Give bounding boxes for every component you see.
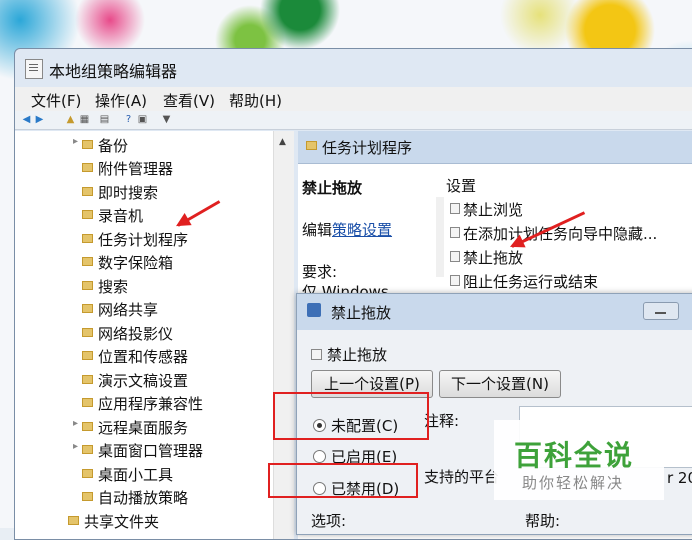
tree-node-app-compat[interactable]: 应用程序兼容性 [82,393,203,415]
tree-node-remote-desktop[interactable]: ▸ 远程桌面服务 [73,417,188,439]
menu-bar: 文件(F) 操作(A) 查看(V) 帮助(H) [15,87,692,111]
watermark-subtitle: 助你轻松解决 [522,474,625,492]
tree-node-autoplay[interactable]: 自动播放策略 [82,487,188,509]
next-setting-button[interactable]: 下一个设置(N) [439,370,561,398]
settings-column-header[interactable]: 设置 [446,175,476,196]
folder-icon [82,445,93,454]
folder-icon [68,516,79,525]
menu-file[interactable]: 文件(F) [31,90,81,111]
supported-platform-label: 支持的平台 [424,468,500,486]
policy-settings-link[interactable]: 策略设置 [332,221,392,239]
tree-node-search[interactable]: 搜索 [82,276,128,298]
setting-icon [311,349,322,360]
selected-setting-title: 禁止拖放 [302,179,363,197]
supported-platform-value: r 20 [667,469,692,487]
tree-node-presentation-settings[interactable]: 演示文稿设置 [82,370,188,392]
folder-icon [82,351,93,360]
folder-icon [82,257,93,266]
tree-node-location-sensors[interactable]: 位置和传感器 [82,346,188,368]
watermark-title: 百科全说 [514,439,635,472]
requirement-label: 要求: [302,263,338,281]
scroll-up-icon[interactable]: ▲ [279,137,286,147]
dialog-title: 禁止拖放 [331,304,392,322]
menu-help[interactable]: 帮助(H) [229,90,282,111]
folder-icon [82,398,93,407]
highlight-box-not-configured [273,392,429,440]
tree-node-sound-recorder[interactable]: 录音机 [82,205,143,227]
edit-policy-line: 编辑策略设置 [302,221,393,239]
dialog-title-bar: 禁止拖放 [297,294,692,330]
folder-icon [82,210,93,219]
radio-icon [313,450,326,463]
forward-icon[interactable]: ▶ [34,114,45,125]
folder-icon [82,492,93,501]
tree-node-attachment-manager[interactable]: 附件管理器 [82,158,173,180]
folder-icon [82,375,93,384]
folder-icon [82,469,93,478]
help-icon[interactable]: ? [123,114,134,125]
folder-icon [82,304,93,313]
policy-icon [307,303,321,317]
show-tree-icon[interactable]: ▦ [79,114,90,125]
tree-node-backup[interactable]: ▸ 备份 [73,135,128,157]
dialog-subtitle: 禁止拖放 [311,344,387,365]
window-title: 本地组策略编辑器 [49,62,178,81]
folder-icon [306,141,317,150]
back-icon[interactable]: ◀ [21,114,32,125]
folder-icon [82,234,93,243]
folder-icon [82,187,93,196]
title-bar: 本地组策略编辑器 [15,49,692,87]
folder-icon [82,140,93,149]
properties-icon[interactable]: ▣ [137,114,148,125]
expand-icon[interactable]: ▸ [73,441,78,452]
list-scrollbar[interactable] [436,197,444,277]
expand-icon[interactable]: ▸ [73,418,78,429]
minimize-button[interactable] [643,302,679,320]
tree-pane: ▸ 备份 附件管理器 即时搜索 录音机 任务计划程序 数字保险箱 搜索 网络共享 … [15,131,294,539]
folder-icon [82,163,93,172]
app-icon [25,59,43,79]
tree-node-digital-locker[interactable]: 数字保险箱 [82,252,173,274]
tree-node-shared-folders[interactable]: 共享文件夹 [68,511,159,533]
comment-label: 注释: [424,412,460,430]
tree-node-task-scheduler[interactable]: 任务计划程序 [82,229,188,251]
menu-view[interactable]: 查看(V) [163,90,215,111]
details-header: 任务计划程序 [298,131,692,164]
tree-node-network-projector[interactable]: 网络投影仪 [82,323,173,345]
tree-node-network-sharing[interactable]: 网络共享 [82,299,158,321]
tree-node-dwm[interactable]: ▸ 桌面窗口管理器 [73,440,203,462]
up-folder-icon[interactable]: ▲ [65,114,76,125]
setting-item-disable-browse[interactable]: 禁止浏览 [450,199,523,220]
export-icon[interactable]: ▤ [99,114,110,125]
menu-action[interactable]: 操作(A) [95,90,147,111]
tree-node-desktop-gadgets[interactable]: 桌面小工具 [82,464,173,486]
filter-icon[interactable]: ▼ [161,114,172,125]
folder-icon [82,281,93,290]
highlight-box-disabled [268,463,418,498]
expand-icon[interactable]: ▸ [73,136,78,147]
folder-icon [82,328,93,337]
folder-icon [82,422,93,431]
setting-item-prevent-run[interactable]: 阻止任务运行或结束 [450,271,598,292]
toolbar: ◀ ▶ ▲ ▦ ▤ ? ▣ ▼ [15,111,692,130]
watermark: 百科全说 助你轻松解决 [494,420,664,500]
tree-node-instant-search[interactable]: 即时搜索 [82,182,158,204]
